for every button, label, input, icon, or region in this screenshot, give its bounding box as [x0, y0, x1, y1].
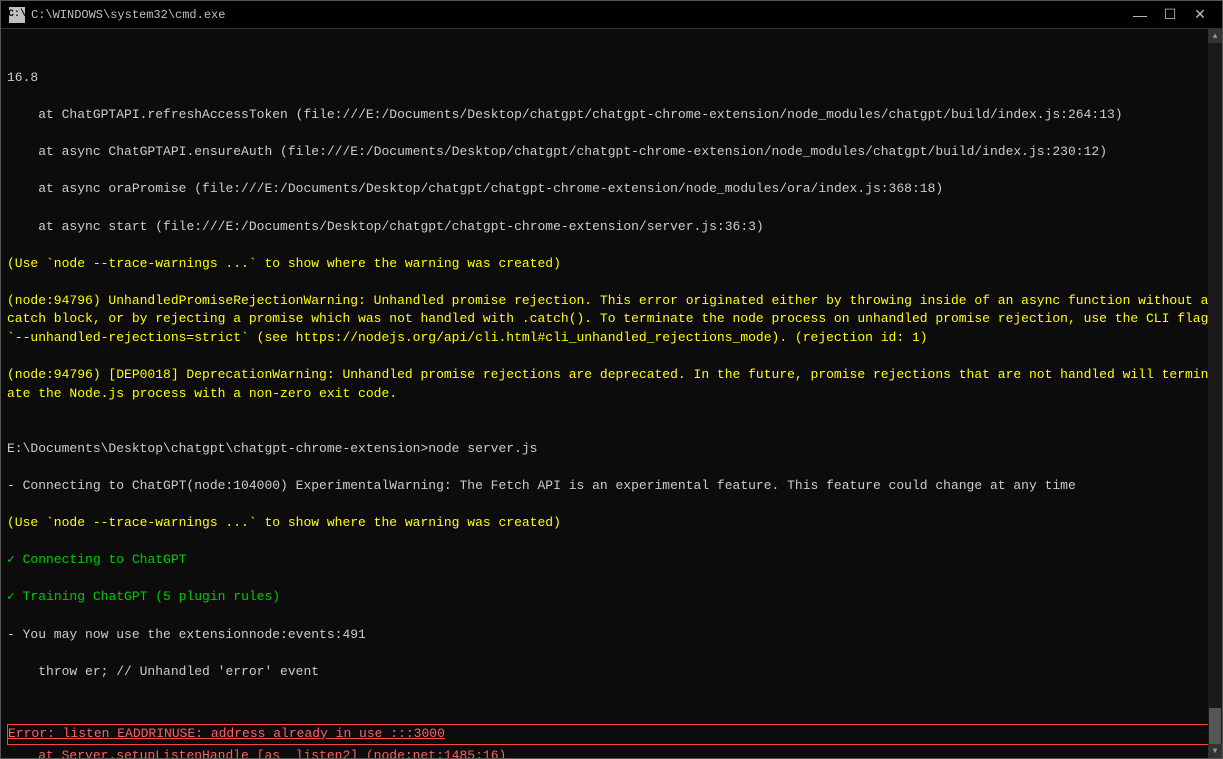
- scroll-down-button[interactable]: ▼: [1208, 744, 1222, 758]
- scrollbar[interactable]: ▲ ▼: [1208, 29, 1222, 758]
- console-line-10: - Connecting to ChatGPT(node:104000) Exp…: [7, 477, 1216, 496]
- console-line-18: at Server.setupListenHandle [as _listen2…: [7, 747, 1216, 758]
- console-line-2: at async ChatGPTAPI.ensureAuth (file:///…: [7, 143, 1216, 162]
- minimize-button[interactable]: —: [1126, 5, 1154, 25]
- console-line-9: E:\Documents\Desktop\chatgpt\chatgpt-chr…: [7, 440, 1216, 459]
- console-line-6: (node:94796) UnhandledPromiseRejectionWa…: [7, 292, 1216, 349]
- console-line-5: (Use `node --trace-warnings ...` to show…: [7, 255, 1216, 274]
- console-line-1: at ChatGPTAPI.refreshAccessToken (file:/…: [7, 106, 1216, 125]
- title-bar-controls: — ☐ ✕: [1126, 5, 1214, 25]
- title-bar: C:\ C:\WINDOWS\system32\cmd.exe — ☐ ✕: [1, 1, 1222, 29]
- maximize-button[interactable]: ☐: [1156, 5, 1184, 25]
- cmd-icon: C:\: [9, 7, 25, 23]
- console-content: 16.8 at ChatGPTAPI.refreshAccessToken (f…: [7, 33, 1216, 758]
- console-line-13: ✓ Training ChatGPT (5 plugin rules): [7, 588, 1216, 607]
- scroll-up-button[interactable]: ▲: [1208, 29, 1222, 43]
- console-body: 16.8 at ChatGPTAPI.refreshAccessToken (f…: [1, 29, 1222, 758]
- cmd-window: C:\ C:\WINDOWS\system32\cmd.exe — ☐ ✕ 16…: [0, 0, 1223, 759]
- close-button[interactable]: ✕: [1186, 5, 1214, 25]
- console-line-4: at async start (file:///E:/Documents/Des…: [7, 218, 1216, 237]
- title-bar-text: C:\WINDOWS\system32\cmd.exe: [31, 8, 1126, 22]
- console-line-15: throw er; // Unhandled 'error' event: [7, 663, 1216, 682]
- console-line-7: (node:94796) [DEP0018] DeprecationWarnin…: [7, 366, 1216, 404]
- scrollbar-thumb[interactable]: [1209, 708, 1221, 748]
- console-line-14: - You may now use the extensionnode:even…: [7, 626, 1216, 645]
- console-line-12: ✓ Connecting to ChatGPT: [7, 551, 1216, 570]
- console-line-11: (Use `node --trace-warnings ...` to show…: [7, 514, 1216, 533]
- console-line-3: at async oraPromise (file:///E:/Document…: [7, 180, 1216, 199]
- console-line-0: 16.8: [7, 69, 1216, 88]
- console-line-17: Error: listen EADDRINUSE: address alread…: [8, 725, 1215, 744]
